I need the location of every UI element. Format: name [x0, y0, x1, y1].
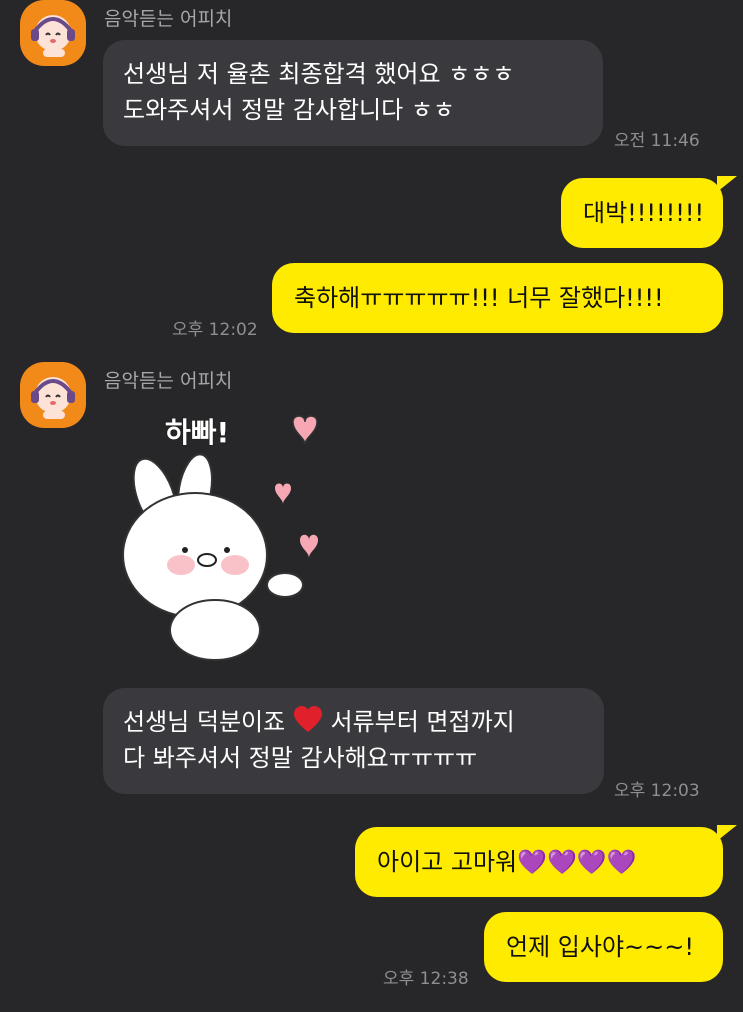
message-text: 도와주셔서 정말 감사합니다 ㅎㅎ: [123, 96, 456, 124]
sticker[interactable]: 하빠!: [115, 400, 345, 670]
message-text: 대박!!!!!!!!: [583, 199, 705, 227]
sender-name: 음악듣는 어피치: [104, 370, 233, 392]
message-bubble-outgoing[interactable]: 대박!!!!!!!!: [561, 176, 737, 248]
bubble-tail: [717, 176, 737, 192]
message-bubble-outgoing[interactable]: 축하해ㅠㅠㅠㅠㅠ!!! 너무 잘했다!!!!: [272, 263, 723, 333]
message-bubble-incoming[interactable]: 선생님 저 율촌 최종합격 했어요 ㅎㅎㅎ 도와주셔서 정말 감사합니다 ㅎㅎ: [103, 40, 603, 146]
message-text: 선생님 덕분이죠: [123, 708, 286, 736]
apeach-avatar-icon: [31, 15, 75, 57]
message-text: 아이고 고마워💜💜💜💜: [377, 848, 637, 876]
message-timestamp: 오전 11:46: [614, 131, 700, 151]
bunny-sticker-icon: 하빠!: [122, 415, 318, 661]
apeach-avatar-icon: [31, 377, 75, 419]
message-bubble-outgoing[interactable]: 아이고 고마워💜💜💜💜: [355, 825, 737, 897]
bubble-tail: [717, 825, 737, 841]
avatar[interactable]: [20, 362, 86, 428]
message-timestamp: 오후 12:02: [172, 320, 258, 340]
avatar[interactable]: [20, 0, 86, 66]
sticker-text: 하빠!: [165, 416, 229, 449]
sender-name: 음악듣는 어피치: [104, 8, 233, 30]
message-text: 선생님 저 율촌 최종합격 했어요 ㅎㅎㅎ: [123, 60, 515, 88]
message-timestamp: 오후 12:38: [383, 969, 469, 989]
message-timestamp: 오후 12:03: [614, 781, 700, 801]
message-text: 언제 입사야~~~!: [506, 933, 694, 961]
message-text: 서류부터 면접까지: [330, 708, 515, 736]
message-text: 다 봐주셔서 정말 감사해요ㅠㅠㅠㅠ: [123, 744, 478, 772]
message-bubble-incoming[interactable]: 선생님 덕분이죠 서류부터 면접까지 다 봐주셔서 정말 감사해요ㅠㅠㅠㅠ: [103, 688, 604, 794]
message-text: 축하해ㅠㅠㅠㅠㅠ!!! 너무 잘했다!!!!: [294, 284, 664, 312]
red-heart-icon: [293, 706, 322, 732]
message-bubble-outgoing[interactable]: 언제 입사야~~~!: [484, 912, 723, 982]
